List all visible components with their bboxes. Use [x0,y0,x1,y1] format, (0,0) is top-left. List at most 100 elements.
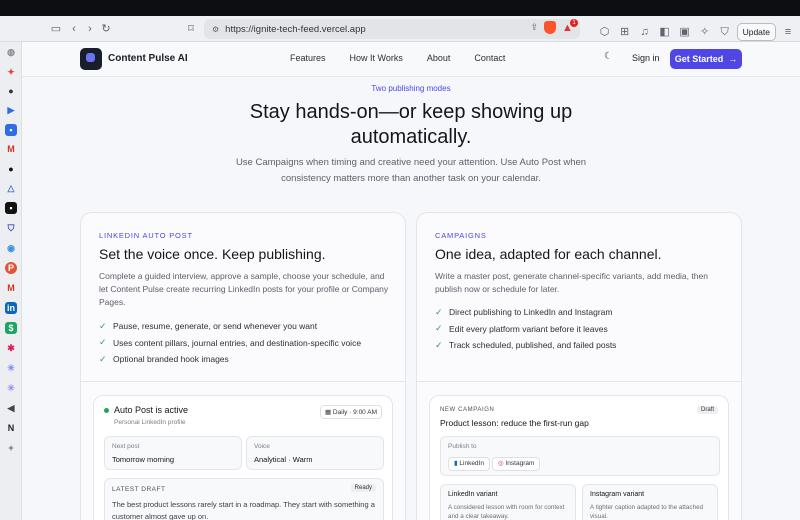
latest-draft-box: LATEST DRAFT Ready The best product less… [104,478,384,520]
feature-text: Edit every platform variant before it le… [449,323,608,334]
campaigns-label: CAMPAIGNS [435,231,487,240]
sign-in-link[interactable]: Sign in [632,53,660,63]
hero-headline: Stay hands-on—or keep showing up automat… [22,100,800,150]
autopost-description: Complete a guided interview, approve a s… [99,271,389,307]
voice-value: Analytical · Warm [254,455,313,464]
nav-link-about[interactable]: About [427,53,451,63]
back-icon[interactable]: ‹ [66,16,82,42]
feature-text: Uses content pillars, journal entries, a… [113,337,362,348]
gmail-icon[interactable]: M [5,282,17,294]
check-icon: ✓ [99,320,107,331]
get-started-label: Get Started [674,54,724,64]
autopost-feature-list: ✓ Pause, resume, generate, or send whenev… [99,318,361,368]
channel-chip-instagram[interactable]: ◎ Instagram [492,457,541,471]
hero-headline-line-2: automatically. [350,126,472,148]
reload-icon[interactable]: ↻ [98,16,114,42]
brand-logo[interactable] [80,48,102,70]
variant-title: LinkedIn variant [448,491,498,498]
slack-icon[interactable]: ✱ [5,342,17,354]
calendar-icon: ▦ [324,409,333,416]
feature-text: Direct publishing to LinkedIn and Instag… [449,307,613,318]
share-icon[interactable]: ⇪ [530,22,538,33]
nav-link-how-it-works[interactable]: How It Works [350,53,403,63]
campaign-preview-panel: NEW CAMPAIGN Product lesson: reduce the … [429,395,729,520]
campaigns-feature-list: ✓ Direct publishing to LinkedIn and Insta… [435,304,616,354]
voice-box: Voice Analytical · Warm [246,436,384,470]
arrow-right-icon: → [728,54,738,64]
sheets-icon[interactable]: $ [5,322,17,334]
hero-headline-line-1: Stay hands-on—or keep showing up [249,101,573,123]
hero-subtext: Use Campaigns when timing and creative n… [235,157,587,184]
linkedin-variant-box: LinkedIn variant A considered lesson wit… [440,484,576,520]
channel-chip-linkedin[interactable]: ▮ LinkedIn [448,457,490,471]
add-icon[interactable]: + [5,442,17,454]
browser-toolbar: ▭ ‹ › ↻ ⌑ ⚙ https://ignite-tech-feed.ver… [0,16,800,42]
notion-icon[interactable]: N [5,422,17,434]
play-icon[interactable]: ▶ [5,104,17,116]
feature-item: ✓ Track scheduled, published, and failed … [435,337,616,354]
star-icon[interactable]: ✳ [5,382,17,394]
campaigns-description: Write a master post, generate channel-sp… [435,271,708,294]
get-started-button[interactable]: Get Started → [670,49,742,69]
system-top-strip [0,0,800,16]
site-info-icon[interactable]: ⚙ [212,25,219,34]
browser-sidebar: ◍ ✦ ● ▶ ▪ M ● △ ▪ ⛉ ◉ P M in $ ✱ ✳ ✳ ◀ N… [0,42,22,520]
autopost-status: Auto Post is active [114,405,189,415]
feature-item: ✓ Uses content pillars, journal entries, … [99,335,361,352]
chatgpt-icon[interactable]: ◍ [5,46,17,58]
brave-shields-icon[interactable] [544,21,556,34]
theme-toggle-moon-icon[interactable]: ☾ [604,51,613,62]
url-text: https://ignite-tech-feed.vercel.app [225,23,366,35]
variant-title: Instagram variant [590,491,645,498]
campaign-status-badge: Draft [696,406,718,414]
address-bar[interactable]: ⚙ https://ignite-tech-feed.vercel.app ⇪ … [204,18,580,39]
sparkle-icon[interactable]: ✦ [5,66,17,78]
variant-text: A considered lesson with room for contex… [448,504,565,520]
next-post-value: Tomorrow morning [112,455,175,464]
shield-icon[interactable]: ⛉ [5,222,17,234]
instagram-variant-box: Instagram variant A tighter caption adap… [582,484,718,520]
site-navbar: Content Pulse AI Features How It Works A… [22,42,800,77]
drive-icon[interactable]: △ [5,182,17,194]
latest-draft-label: LATEST DRAFT [112,486,166,493]
feature-text: Optional branded hook images [113,354,229,365]
linkedin-icon[interactable]: in [5,302,17,314]
card-divider [417,381,741,382]
terminal-icon[interactable]: ▪ [5,202,17,214]
draft-ready-badge: Ready [350,484,376,492]
globe-icon[interactable]: ◉ [5,242,17,254]
web-page: Content Pulse AI Features How It Works A… [22,42,800,520]
feature-item: ✓ Direct publishing to LinkedIn and Insta… [435,304,616,321]
check-icon: ✓ [435,339,443,350]
star-icon[interactable]: ✳ [5,362,17,374]
autopost-title: Set the voice once. Keep publishing. [99,246,326,262]
new-campaign-label: NEW CAMPAIGN [440,407,495,413]
latest-draft-text: The best product lessons rarely start in… [112,500,375,520]
channel-label: LinkedIn [459,460,484,467]
autopost-label: LINKEDIN AUTO POST [99,231,193,240]
alert-count-badge: 1 [570,18,578,27]
nav-link-features[interactable]: Features [290,53,326,63]
nav-link-contact[interactable]: Contact [474,53,505,63]
check-icon: ✓ [99,337,107,348]
bookmark-icon[interactable]: ⌑ [183,16,199,42]
apple-icon[interactable]: ● [5,85,17,97]
producthunt-icon[interactable]: P [5,262,17,274]
app-icon[interactable]: ▪ [5,124,17,136]
gmail-icon[interactable]: M [5,143,17,155]
update-button[interactable]: Update [736,23,776,41]
schedule-badge: ▦ Daily · 9:00 AM [319,405,382,419]
campaigns-card: CAMPAIGNS One idea, adapted for each cha… [416,212,742,520]
sidebar-toggle-icon[interactable]: ▭ [48,16,64,42]
brave-rewards-icon[interactable]: ▲ 1 [562,18,578,34]
check-icon: ✓ [435,306,443,317]
next-post-label: Next post [112,443,140,450]
check-icon: ✓ [99,353,107,364]
voice-label: Voice [254,443,270,450]
audio-icon[interactable]: ◀ [5,402,17,414]
forward-icon[interactable]: › [82,16,98,42]
github-icon[interactable]: ● [5,163,17,175]
brand-name[interactable]: Content Pulse AI [108,53,188,64]
campaigns-title: One idea, adapted for each channel. [435,246,662,262]
check-icon: ✓ [435,323,443,334]
